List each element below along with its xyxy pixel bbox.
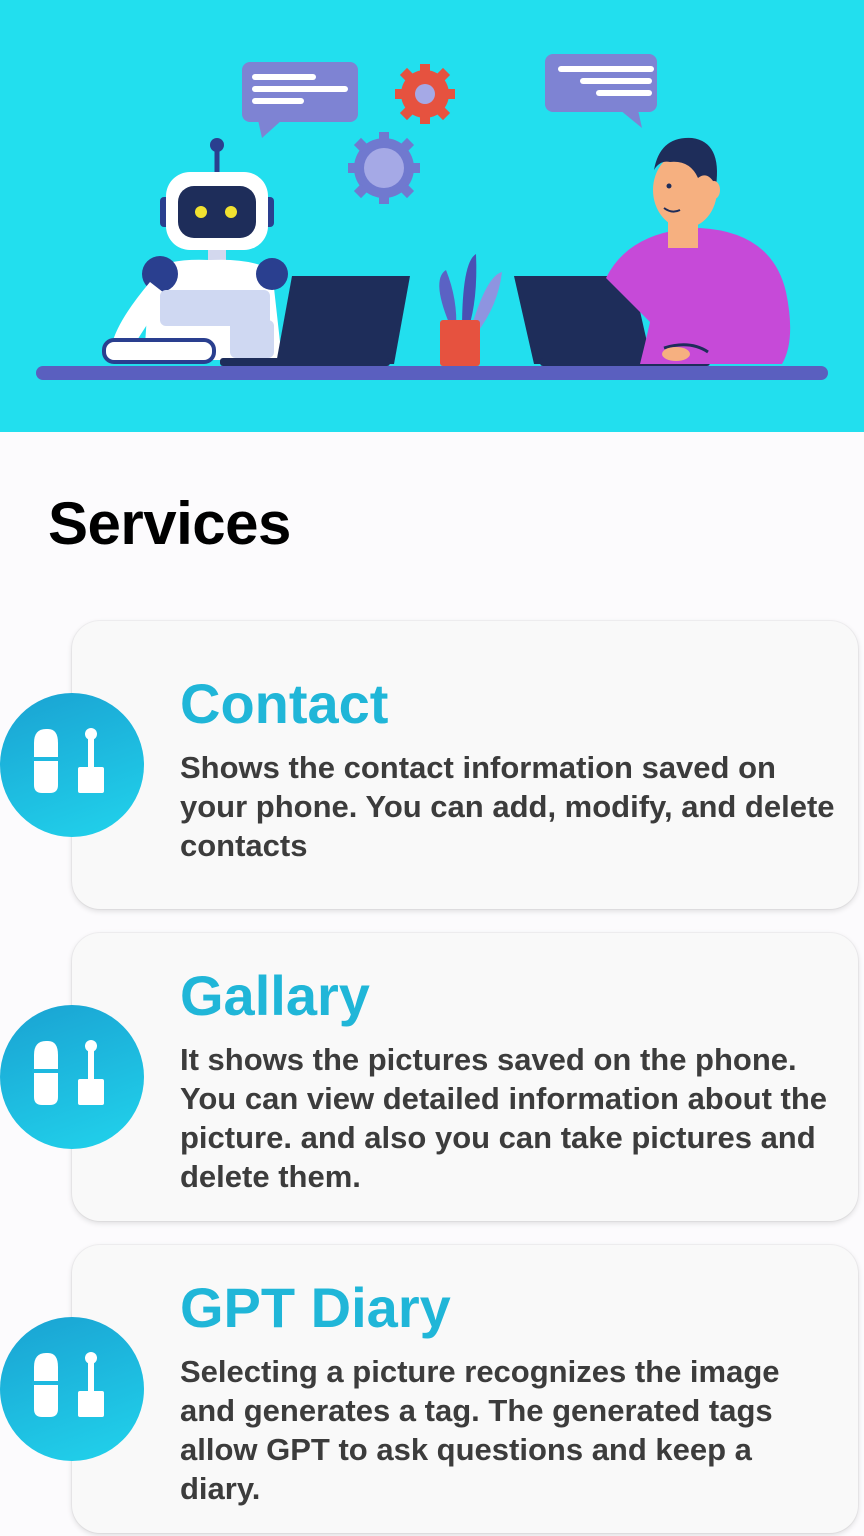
tool-bottles-icon bbox=[32, 1352, 104, 1417]
tool-bottles-icon bbox=[32, 728, 104, 793]
service-icon[interactable] bbox=[0, 693, 144, 837]
chat-bubble-left-icon bbox=[242, 62, 358, 138]
tool-bottles-icon bbox=[32, 1040, 104, 1105]
service-card-title: Contact bbox=[180, 672, 389, 735]
gear-blue-icon bbox=[348, 132, 420, 204]
service-card-description: It shows the pictures saved on the phone… bbox=[180, 1042, 828, 1194]
service-card-description: Selecting a picture recognizes the image… bbox=[180, 1354, 780, 1506]
service-icon[interactable] bbox=[0, 1317, 144, 1461]
service-card-gallary[interactable]: Gallary It shows the pictures saved on t… bbox=[72, 933, 858, 1221]
gear-red-icon bbox=[395, 64, 455, 124]
services-section-title: Services bbox=[48, 490, 291, 557]
service-icon[interactable] bbox=[0, 1005, 144, 1149]
service-card-title: GPT Diary bbox=[180, 1276, 451, 1339]
plant-pot-icon bbox=[439, 254, 502, 366]
service-card-contact[interactable]: Contact Shows the contact information sa… bbox=[72, 621, 858, 909]
service-card-description: Shows the contact information saved on y… bbox=[180, 750, 835, 863]
chat-bubble-right-icon bbox=[545, 54, 657, 128]
service-card-title: Gallary bbox=[180, 964, 370, 1027]
hero-illustration bbox=[0, 0, 864, 432]
robot-icon bbox=[102, 138, 288, 364]
desk-surface bbox=[36, 366, 828, 380]
robot-person-laptop-illustration bbox=[36, 54, 828, 380]
service-card-gpt-diary[interactable]: GPT Diary Selecting a picture recognizes… bbox=[72, 1245, 858, 1533]
